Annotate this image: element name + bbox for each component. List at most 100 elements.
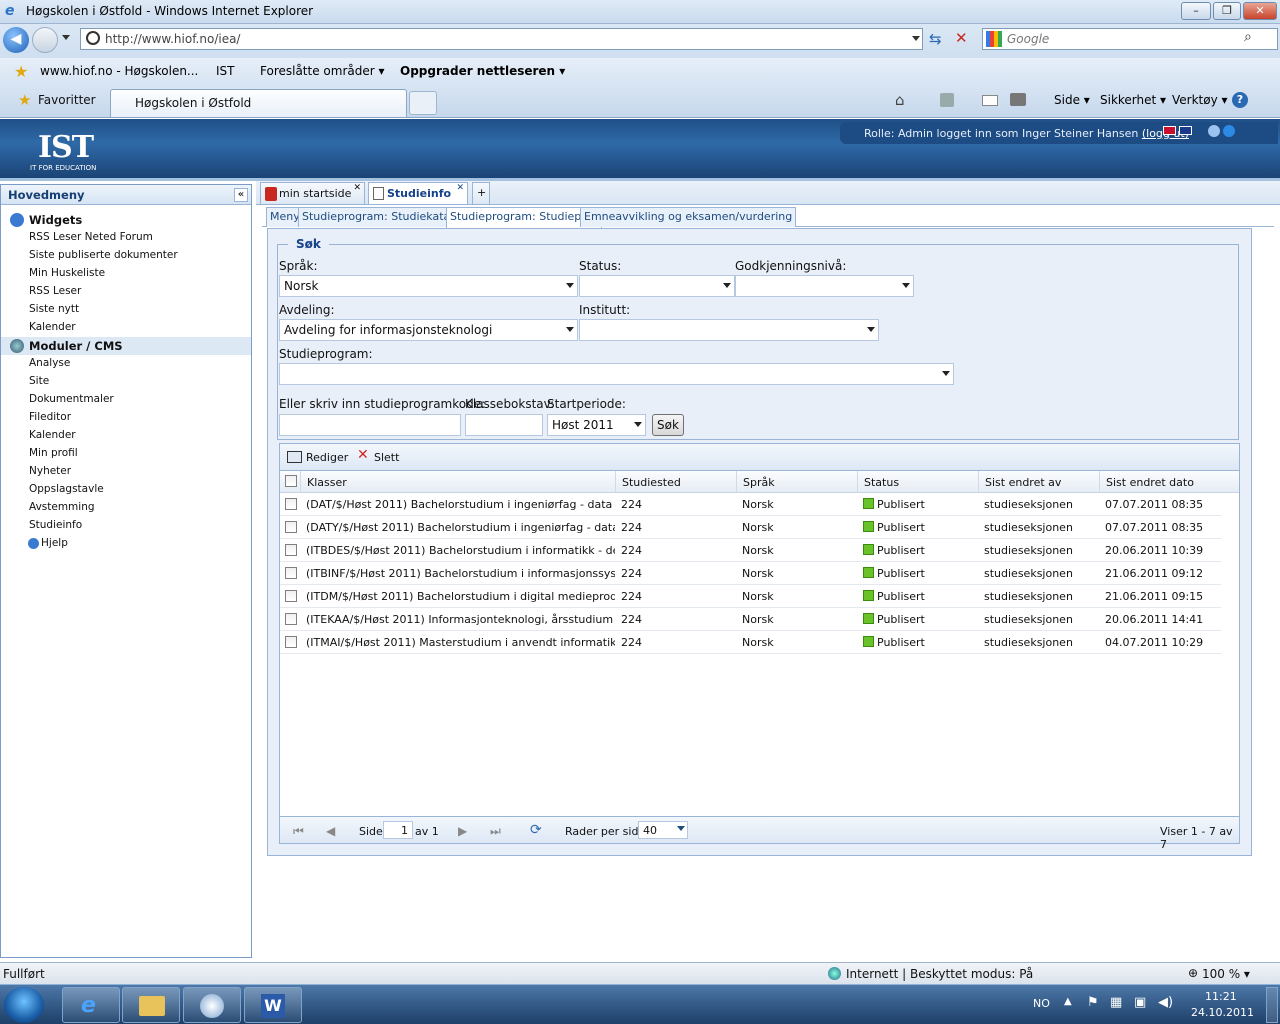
mail-icon[interactable]: [982, 95, 998, 106]
tab-studieinfo[interactable]: Studieinfo ✕: [368, 182, 468, 204]
add-favorite-icon[interactable]: ★: [14, 62, 28, 81]
sidebar-item-siste-nytt[interactable]: Siste nytt: [1, 301, 251, 319]
taskbar-ie-icon[interactable]: e: [62, 987, 120, 1023]
history-dropdown-icon[interactable]: [62, 35, 70, 40]
taskbar-explorer-icon[interactable]: [122, 987, 180, 1023]
new-tab-button[interactable]: [409, 91, 437, 115]
norwegian-flag-icon[interactable]: [1163, 126, 1176, 135]
next-page-icon[interactable]: ▶: [458, 824, 467, 838]
help-icon[interactable]: ?: [1232, 92, 1248, 108]
sidebar-item-siste-publiserte[interactable]: Siste publiserte dokumenter: [1, 247, 251, 265]
row-checkbox[interactable]: [285, 590, 297, 602]
start-button[interactable]: [4, 987, 44, 1023]
fav-suggested[interactable]: Foreslåtte områder ▾: [260, 64, 385, 78]
table-row[interactable]: (ITEKAA/$/Høst 2011) Informasjonteknolog…: [280, 608, 1221, 631]
sidebar-item-hjelp[interactable]: Hjelp: [1, 535, 251, 553]
col-sist-endret-av[interactable]: Sist endret av: [978, 471, 1099, 493]
studieprogramkode-input[interactable]: [279, 414, 461, 436]
app-help-icon[interactable]: [1208, 125, 1220, 137]
browser-tab[interactable]: Høgskolen i Østfold: [110, 89, 407, 117]
col-klasser[interactable]: Klasser: [300, 471, 615, 493]
taskbar-word-icon[interactable]: W: [244, 987, 302, 1023]
sidebar-item-dokumentmaler[interactable]: Dokumentmaler: [1, 391, 251, 409]
col-status[interactable]: Status: [857, 471, 978, 493]
godkjenning-select[interactable]: [735, 275, 914, 297]
page-input[interactable]: 1: [383, 821, 413, 839]
sidebar-item-kalender[interactable]: Kalender: [1, 427, 251, 445]
tools-menu[interactable]: Verktøy ▾: [1172, 93, 1228, 107]
show-desktop-button[interactable]: [1266, 987, 1278, 1023]
subtab-studieplan[interactable]: Studieprogram: Studieplan: [446, 207, 603, 228]
sidebar-item-oppslagstavle[interactable]: Oppslagstavle: [1, 481, 251, 499]
row-checkbox[interactable]: [285, 636, 297, 648]
search-input[interactable]: Google: [982, 28, 1278, 50]
volume-tray-icon[interactable]: ◀): [1158, 995, 1173, 1010]
table-row[interactable]: (ITDM/$/Høst 2011) Bachelorstudium i dig…: [280, 585, 1221, 608]
stop-icon[interactable]: ✕: [955, 29, 968, 47]
forward-button[interactable]: [32, 27, 58, 53]
col-sprak[interactable]: Språk: [736, 471, 857, 493]
row-checkbox[interactable]: [285, 498, 297, 510]
institutt-select[interactable]: [579, 319, 879, 341]
startperiode-select[interactable]: Høst 2011: [547, 414, 646, 436]
sidebar-item-site[interactable]: Site: [1, 373, 251, 391]
sprak-select[interactable]: Norsk: [279, 275, 578, 297]
sidebar-item-huskeliste[interactable]: Min Huskeliste: [1, 265, 251, 283]
col-sist-endret-dato[interactable]: Sist endret dato: [1099, 471, 1220, 493]
table-row[interactable]: (DAT/$/Høst 2011) Bachelorstudium i inge…: [280, 493, 1221, 516]
add-tab-button[interactable]: +: [472, 182, 490, 204]
collapse-sidebar-button[interactable]: «: [234, 188, 248, 202]
search-button[interactable]: Søk: [652, 414, 684, 436]
sidebar-item-nyheter[interactable]: Nyheter: [1, 463, 251, 481]
network-tray-icon[interactable]: ▣: [1134, 995, 1146, 1010]
search-icon[interactable]: ⌕: [1244, 29, 1252, 45]
favorites-button[interactable]: Favoritter: [38, 93, 96, 107]
info-icon[interactable]: [1223, 125, 1235, 137]
safety-menu[interactable]: Sikkerhet ▾: [1100, 93, 1166, 107]
status-select[interactable]: [579, 275, 735, 297]
sidebar-item-rss-leser[interactable]: RSS Leser: [1, 283, 251, 301]
prev-page-icon[interactable]: ◀: [326, 824, 335, 838]
fav-hiof[interactable]: www.hiof.no - Høgskolen...: [40, 64, 198, 78]
fav-upgrade[interactable]: Oppgrader nettleseren ▾: [400, 64, 565, 78]
tab-min-startside[interactable]: min startside ✕: [260, 182, 365, 204]
sidebar-item-min-profil[interactable]: Min profil: [1, 445, 251, 463]
rows-per-page-select[interactable]: 40: [638, 821, 688, 839]
close-window-button[interactable]: ✕: [1243, 2, 1277, 20]
home-icon[interactable]: ⌂: [895, 91, 905, 109]
sidebar-item-analyse[interactable]: Analyse: [1, 355, 251, 373]
edit-button[interactable]: Rediger: [306, 451, 348, 464]
language-indicator[interactable]: NO: [1033, 997, 1050, 1010]
page-menu[interactable]: Side ▾: [1054, 93, 1090, 107]
feeds-icon[interactable]: [940, 93, 954, 107]
select-all-checkbox[interactable]: [285, 475, 297, 487]
first-page-icon[interactable]: ⏮: [293, 824, 304, 839]
sidebar-item-rss-neted[interactable]: RSS Leser Neted Forum: [1, 229, 251, 247]
subtab-emneavvikling[interactable]: Emneavvikling og eksamen/vurdering: [580, 207, 797, 227]
sidebar-item-avstemming[interactable]: Avstemming: [1, 499, 251, 517]
last-page-icon[interactable]: ⏭: [490, 824, 501, 839]
address-bar[interactable]: http://www.hiof.no/iea/: [80, 28, 923, 50]
sidebar-item-kalender-widget[interactable]: Kalender: [1, 319, 251, 337]
print-icon[interactable]: [1010, 93, 1026, 106]
minimize-button[interactable]: –: [1181, 2, 1211, 20]
table-row[interactable]: (ITBDES/$/Høst 2011) Bachelorstudium i i…: [280, 539, 1221, 562]
table-row[interactable]: (DATY/$/Høst 2011) Bachelorstudium i ing…: [280, 516, 1221, 539]
show-hidden-icons[interactable]: ▲: [1064, 996, 1072, 1007]
address-dropdown-icon[interactable]: [912, 36, 920, 41]
taskbar-app3-icon[interactable]: [183, 987, 241, 1023]
avdeling-select[interactable]: Avdeling for informasjonsteknologi: [279, 319, 578, 341]
refresh-grid-icon[interactable]: ⟳: [530, 822, 542, 838]
row-checkbox[interactable]: [285, 613, 297, 625]
delete-button[interactable]: Slett: [374, 451, 399, 464]
sidebar-item-fileditor[interactable]: Fileditor: [1, 409, 251, 427]
sidebar-item-studieinfo[interactable]: Studieinfo: [1, 517, 251, 535]
table-row[interactable]: (ITMAI/$/Høst 2011) Masterstudium i anve…: [280, 631, 1221, 654]
clock-time[interactable]: 11:21: [1205, 990, 1237, 1003]
sidebar-section-modules[interactable]: Moduler / CMS: [1, 337, 251, 355]
row-checkbox[interactable]: [285, 544, 297, 556]
studieprogram-select[interactable]: [279, 363, 954, 385]
maximize-button[interactable]: ❐: [1213, 2, 1241, 20]
device-tray-icon[interactable]: ▦: [1110, 995, 1122, 1010]
clock-date[interactable]: 24.10.2011: [1191, 1006, 1254, 1019]
